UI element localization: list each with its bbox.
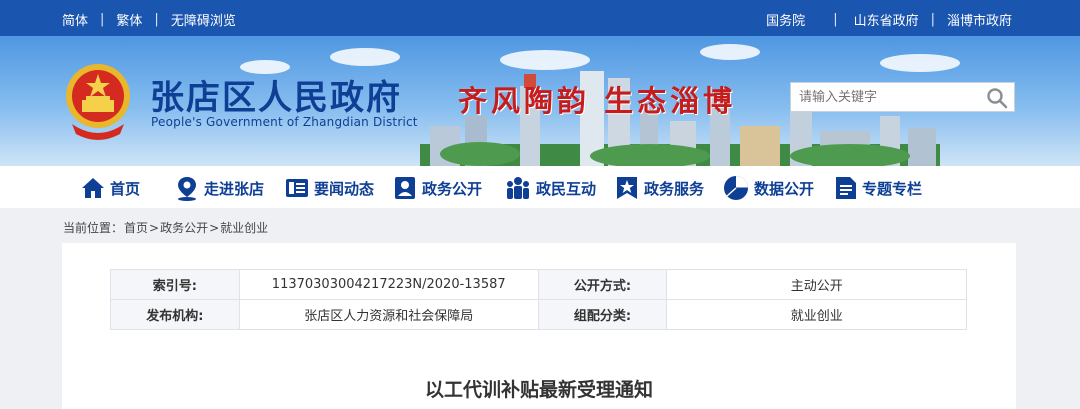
nav-item-label: 走进张店 xyxy=(204,179,265,198)
breadcrumb-item-employment[interactable]: 就业创业 xyxy=(220,221,268,235)
table-row: 索引号: 11370303004217223N/2020-13587 公开方式:… xyxy=(110,269,967,300)
nav-item-services[interactable]: 政务服务 xyxy=(614,174,704,202)
link-shandong-gov[interactable]: 山东省政府 xyxy=(854,10,919,29)
divider: | xyxy=(833,12,838,27)
table-row: 发布机构: 张店区人力资源和社会保障局 组配分类: 就业创业 xyxy=(110,299,967,330)
national-emblem-logo xyxy=(66,64,130,140)
document-person-icon xyxy=(395,177,415,199)
people-group-icon xyxy=(507,177,529,199)
index-value: 11370303004217223N/2020-13587 xyxy=(238,269,539,300)
agency-value: 张店区人力资源和社会保障局 xyxy=(238,299,539,330)
link-zibo-gov[interactable]: 淄博市政府 xyxy=(947,10,1012,29)
breadcrumb-separator: > xyxy=(209,221,220,235)
link-accessibility[interactable]: 无障碍浏览 xyxy=(171,10,236,29)
link-simplified[interactable]: 简体 xyxy=(62,10,88,29)
nav-item-label: 要闻动态 xyxy=(314,179,375,198)
search-box xyxy=(790,82,1015,112)
nav-item-data[interactable]: 数据公开 xyxy=(722,174,814,202)
breadcrumb-item-home[interactable]: 首页 xyxy=(124,221,148,235)
top-bar-left-links: 简体 | 繁体 | 无障碍浏览 xyxy=(62,10,236,29)
nav-item-news[interactable]: 要闻动态 xyxy=(284,174,374,202)
link-state-council[interactable]: 国务院 xyxy=(766,10,805,29)
nav-item-gov-affairs[interactable]: 政务公开 xyxy=(392,174,482,202)
home-icon xyxy=(82,178,104,198)
publish-mode-label: 公开方式: xyxy=(537,269,668,300)
file-list-icon xyxy=(836,177,856,199)
news-icon xyxy=(286,179,308,197)
nav-item-interaction[interactable]: 政民互动 xyxy=(504,174,596,202)
nav-item-label: 政民互动 xyxy=(536,179,597,198)
breadcrumb-prefix: 当前位置： xyxy=(63,221,124,235)
main-nav: 首页 走进张店 要闻动态 政务公开 政民互动 政务服务 数据公开 专题专栏 xyxy=(0,166,1080,208)
star-bookmark-icon xyxy=(617,177,637,199)
index-label: 索引号: xyxy=(110,269,240,300)
breadcrumb: 当前位置：首页>政务公开>就业创业 xyxy=(62,219,268,236)
breadcrumb-item-gov-affairs[interactable]: 政务公开 xyxy=(160,221,208,235)
article-title: 以工代训补贴最新受理通知 xyxy=(424,379,653,401)
divider: | xyxy=(930,12,935,27)
category-value: 就业创业 xyxy=(666,299,967,330)
publish-mode-value: 主动公开 xyxy=(666,269,967,300)
content-panel: 索引号: 11370303004217223N/2020-13587 公开方式:… xyxy=(62,243,1016,409)
nav-item-topics[interactable]: 专题专栏 xyxy=(834,174,922,202)
document-meta-table: 索引号: 11370303004217223N/2020-13587 公开方式:… xyxy=(110,269,967,330)
top-bar-right-links: 国务院 | 山东省政府 | 淄博市政府 xyxy=(766,10,1012,29)
cloud-decoration xyxy=(700,44,760,60)
agency-label: 发布机构: xyxy=(110,299,240,330)
site-title: 张店区人民政府 xyxy=(150,78,402,118)
nav-item-about[interactable]: 走进张店 xyxy=(174,174,264,202)
link-traditional[interactable]: 繁体 xyxy=(116,10,142,29)
category-label: 组配分类: xyxy=(537,299,668,330)
pie-chart-icon xyxy=(724,176,748,200)
nav-item-label: 政务公开 xyxy=(422,179,483,198)
breadcrumb-separator: > xyxy=(149,221,160,235)
top-bar: 简体 | 繁体 | 无障碍浏览 国务院 | 山东省政府 | 淄博市政府 xyxy=(0,0,1080,36)
nav-item-label: 数据公开 xyxy=(754,179,815,198)
divider: | xyxy=(100,12,105,27)
divider: | xyxy=(154,12,159,27)
cloud-decoration xyxy=(330,48,400,66)
site-subtitle: People's Government of Zhangdian Distric… xyxy=(151,115,418,129)
location-pin-icon xyxy=(178,177,196,201)
nav-item-label: 首页 xyxy=(110,179,141,198)
nav-item-label: 专题专栏 xyxy=(862,179,923,198)
search-input[interactable] xyxy=(791,83,981,111)
nav-item-label: 政务服务 xyxy=(644,179,705,198)
banner-slogan: 齐风陶韵 生态淄博 xyxy=(458,84,737,118)
search-icon[interactable] xyxy=(986,87,1008,109)
header-banner: 张店区人民政府 People's Government of Zhangdian… xyxy=(0,36,1080,166)
nav-item-home[interactable]: 首页 xyxy=(80,174,140,202)
